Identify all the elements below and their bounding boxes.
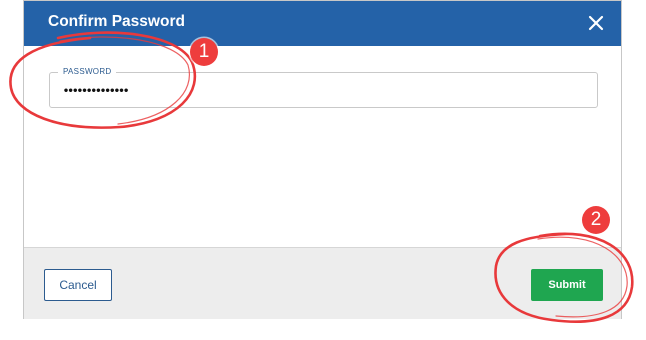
close-icon-glyph: [588, 15, 604, 31]
cancel-button[interactable]: Cancel: [44, 269, 112, 301]
close-icon[interactable]: [587, 14, 605, 32]
dialog-footer: Cancel Submit: [24, 247, 621, 319]
annotation-marker-1: 1: [190, 38, 218, 66]
confirm-password-dialog: Confirm Password PASSWORD Cancel Submit: [23, 0, 622, 319]
password-input[interactable]: [63, 83, 563, 99]
screenshot-stage: Confirm Password PASSWORD Cancel Submit: [0, 0, 646, 340]
submit-button[interactable]: Submit: [531, 269, 603, 301]
password-label: PASSWORD: [58, 66, 117, 78]
annotation-marker-2: 2: [582, 206, 610, 234]
dialog-header: Confirm Password: [24, 1, 621, 46]
dialog-title: Confirm Password: [48, 13, 185, 30]
password-field: PASSWORD: [49, 66, 598, 108]
